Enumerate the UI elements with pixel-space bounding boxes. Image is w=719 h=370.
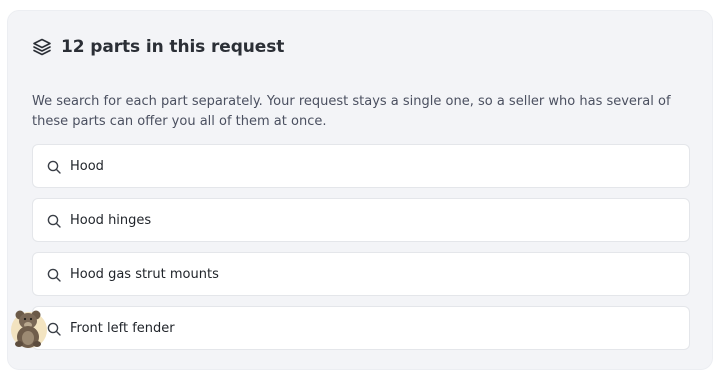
part-item-front-left-fender[interactable]: Front left fender (32, 306, 690, 350)
part-item-label: Hood hinges (70, 212, 152, 228)
parts-request-panel: 12 parts in this request We search for e… (7, 10, 713, 370)
search-icon (47, 213, 61, 228)
part-item-label: Hood gas strut mounts (70, 266, 219, 282)
search-icon (47, 159, 61, 174)
page-title: 12 parts in this request (61, 37, 285, 57)
part-item-label: Front left fender (70, 320, 175, 336)
request-description: We search for each part separately. Your… (32, 94, 671, 129)
part-item-hood-hinges[interactable]: Hood hinges (32, 198, 690, 242)
bear-mascot-icon (9, 306, 49, 350)
part-item-label: Hood (70, 158, 104, 174)
part-item-hood-gas-strut-mounts[interactable]: Hood gas strut mounts (32, 252, 690, 296)
layers-icon (32, 37, 52, 57)
panel-header: 12 parts in this request (32, 37, 284, 57)
search-icon (47, 321, 61, 336)
part-item-hood[interactable]: Hood (32, 144, 690, 188)
search-icon (47, 267, 61, 282)
parts-list: Hood Hood hinges Hood gas strut mounts F… (32, 144, 690, 360)
